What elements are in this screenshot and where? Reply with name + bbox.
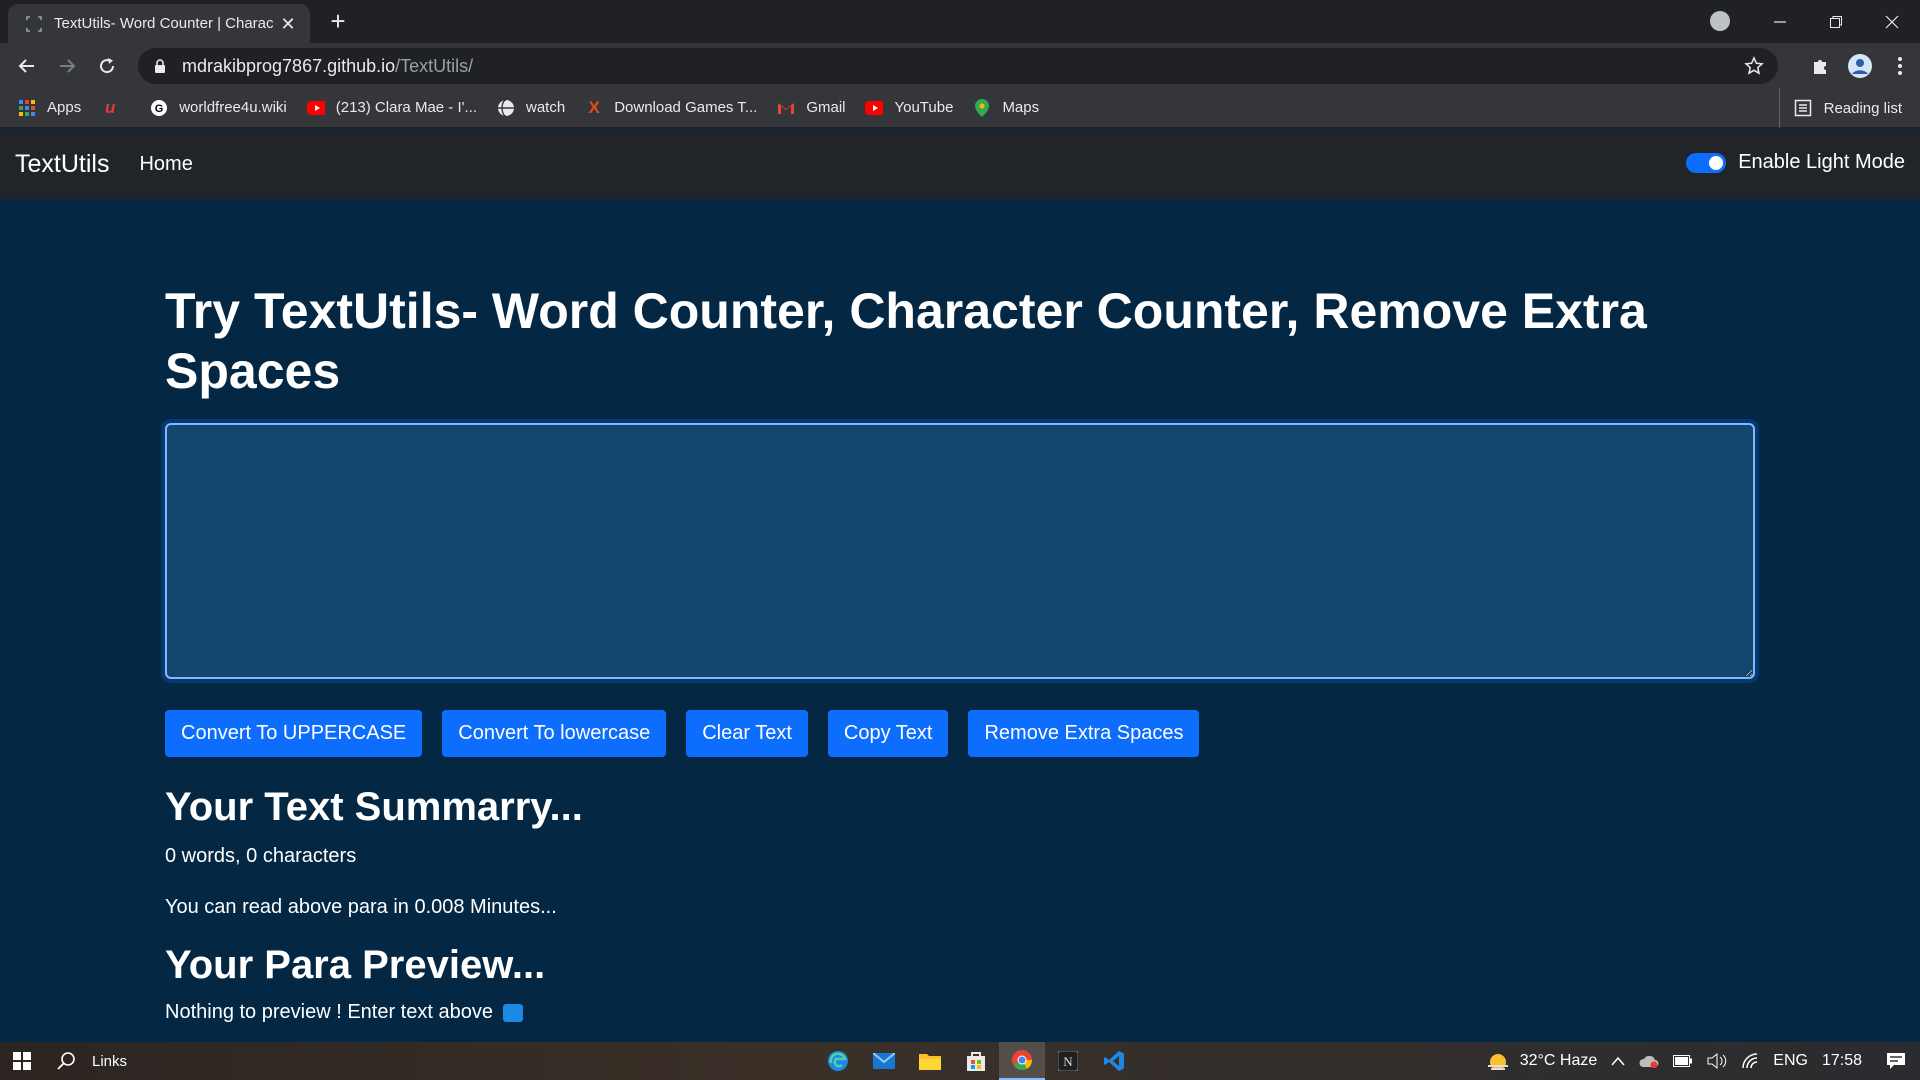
system-tray: 32°C Haze ENG 17:58 <box>1486 1042 1920 1080</box>
url-host: mdrakibprog7867.github.io <box>182 55 396 76</box>
wifi-icon[interactable] <box>1741 1053 1759 1069</box>
word-char-count: 0 words, 0 characters <box>165 845 357 867</box>
browser-tab[interactable]: TextUtils- Word Counter | Charac ✕ <box>8 4 310 43</box>
page-heading: Try TextUtils- Word Counter, Character C… <box>165 283 1647 399</box>
lowercase-button[interactable]: Convert To lowercase <box>442 710 667 757</box>
edge-icon[interactable] <box>815 1042 861 1080</box>
new-tab-button[interactable]: + <box>324 8 352 36</box>
language-indicator[interactable]: ENG <box>1773 1052 1808 1070</box>
youtube-icon <box>306 99 325 117</box>
taskbar-apps: N <box>815 1042 1137 1080</box>
volume-icon[interactable] <box>1707 1053 1727 1069</box>
svg-text:N: N <box>1063 1054 1073 1069</box>
gmail-icon <box>777 99 795 117</box>
reading-list-button[interactable]: Reading list <box>1778 88 1902 128</box>
summary-title: Your Text Summarry... <box>165 785 583 829</box>
file-explorer-icon[interactable] <box>907 1042 953 1080</box>
close-window-icon[interactable] <box>1864 0 1920 43</box>
address-bar[interactable]: mdrakibprog7867.github.io/TextUtils/ <box>138 48 1778 84</box>
lock-icon <box>155 59 165 73</box>
bookmark-gmail[interactable]: Gmail <box>777 99 845 117</box>
menu-kebab-icon[interactable] <box>1880 51 1920 81</box>
apps-grid-icon <box>18 99 36 117</box>
extensions-icon[interactable] <box>1800 51 1840 81</box>
chrome-icon[interactable] <box>999 1042 1045 1080</box>
bookmark-clara-mae[interactable]: (213) Clara Mae - I'... <box>306 99 477 117</box>
bookmark-u-logo[interactable]: u <box>101 97 130 117</box>
store-icon[interactable] <box>953 1042 999 1080</box>
mode-switch[interactable] <box>1686 152 1727 173</box>
bookmark-youtube[interactable]: YouTube <box>865 99 953 117</box>
tab-title: TextUtils- Word Counter | Charac <box>54 15 274 32</box>
mode-toggle[interactable]: Enable Light Mode <box>1686 151 1905 174</box>
bookmark-apps[interactable]: Apps <box>18 99 81 117</box>
reload-icon[interactable] <box>92 51 122 81</box>
maps-pin-icon <box>973 98 991 117</box>
preview-title: Your Para Preview... <box>165 943 546 987</box>
restore-icon[interactable] <box>1808 0 1864 43</box>
bookmark-download-games[interactable]: X Download Games T... <box>585 97 758 117</box>
g-logo-icon: G <box>150 99 168 117</box>
clear-text-button[interactable]: Clear Text <box>686 710 808 757</box>
onedrive-icon[interactable] <box>1639 1054 1659 1068</box>
x-logo-icon: X <box>588 97 600 117</box>
uppercase-button[interactable]: Convert To UPPERCASE <box>165 710 423 757</box>
remove-spaces-button[interactable]: Remove Extra Spaces <box>968 710 1200 757</box>
forward-icon[interactable] <box>52 51 82 81</box>
app-navbar: TextUtils Home Enable Light Mode <box>0 129 1920 199</box>
notifications-icon[interactable] <box>1886 1052 1906 1070</box>
read-time: You can read above para in 0.008 Minutes… <box>165 896 557 918</box>
bookmark-worldfree4u[interactable]: G worldfree4u.wiki <box>150 99 287 117</box>
bookmark-star-icon[interactable] <box>1744 56 1764 76</box>
copy-text-button[interactable]: Copy Text <box>827 710 949 757</box>
vscode-icon[interactable] <box>1091 1042 1137 1080</box>
mode-toggle-label: Enable Light Mode <box>1738 151 1905 173</box>
reading-list-icon <box>1794 99 1811 117</box>
windows-taskbar: Links N 32°C Haze ENG 17:58 <box>0 1042 1920 1080</box>
nav-home-link[interactable]: Home <box>139 153 192 176</box>
tab-close-icon[interactable]: ✕ <box>278 14 298 34</box>
windows-start-icon[interactable] <box>0 1042 44 1080</box>
tab-search-icon[interactable] <box>1710 11 1730 31</box>
bookmark-watch[interactable]: watch <box>497 98 565 117</box>
browser-tab-strip: TextUtils- Word Counter | Charac ✕ + <box>0 0 1920 43</box>
clock[interactable]: 17:58 <box>1822 1052 1862 1070</box>
url-path: /TextUtils/ <box>395 55 474 76</box>
u-logo-icon: u <box>105 97 116 117</box>
mail-icon[interactable] <box>861 1042 907 1080</box>
youtube-icon <box>865 99 884 117</box>
profile-avatar[interactable] <box>1840 51 1880 81</box>
brand-link[interactable]: TextUtils <box>15 150 109 179</box>
preview-paragraph: Nothing to preview ! Enter text above <box>165 1001 1755 1024</box>
battery-icon[interactable] <box>1673 1055 1693 1067</box>
bookmarks-bar: Apps u G worldfree4u.wiki (213) Clara Ma… <box>0 88 1920 128</box>
notion-icon[interactable]: N <box>1045 1042 1091 1080</box>
up-arrow-emoji-icon <box>502 1003 523 1022</box>
preview-text: Nothing to preview ! Enter text above <box>165 1001 493 1023</box>
taskbar-search[interactable]: Links <box>56 1050 127 1072</box>
svg-text:G: G <box>155 103 164 115</box>
weather-widget[interactable]: 32°C Haze <box>1486 1051 1597 1071</box>
window-controls <box>1752 0 1920 43</box>
page-favicon-icon <box>26 15 42 32</box>
text-input[interactable] <box>165 423 1755 679</box>
chevron-up-icon[interactable] <box>1611 1056 1625 1066</box>
sun-haze-icon <box>1487 1054 1508 1070</box>
action-buttons: Convert To UPPERCASE Convert To lowercas… <box>165 710 1755 757</box>
bookmark-maps[interactable]: Maps <box>973 98 1039 117</box>
main-container: Try TextUtils- Word Counter, Character C… <box>165 199 1755 1024</box>
search-icon <box>57 1052 75 1070</box>
back-icon[interactable] <box>12 51 42 81</box>
browser-toolbar: mdrakibprog7867.github.io/TextUtils/ <box>0 43 1920 88</box>
minimize-icon[interactable] <box>1752 0 1808 43</box>
globe-icon <box>497 98 515 117</box>
